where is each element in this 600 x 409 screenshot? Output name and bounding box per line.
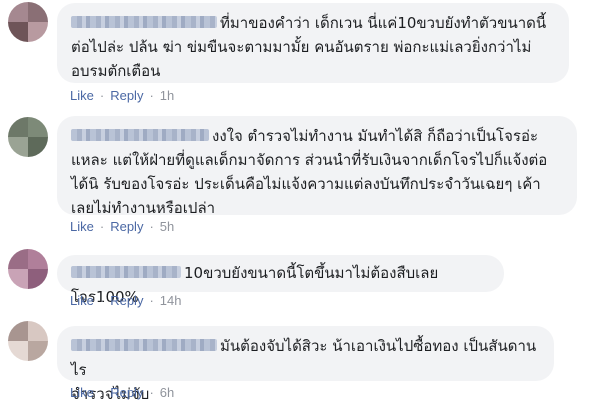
comment-line-3: ได้นิ รับของโจรอ่ะ ประเด็นคือไม่แจ้งความ… [71, 175, 541, 193]
commenter-name[interactable] [71, 15, 217, 28]
avatar[interactable] [8, 321, 48, 361]
comment-bubble: งงใจ ตำรวจไม่ทำงาน มันทำได้สิ ก็ถือว่าเป… [57, 116, 577, 217]
comment-line-1: งงใจ ตำรวจไม่ทำงาน มันทำได้สิ ก็ถือว่าเป… [212, 127, 539, 145]
separator: · [99, 88, 105, 103]
timestamp[interactable]: 1h [160, 88, 174, 103]
avatar[interactable] [8, 249, 48, 289]
separator: · [149, 88, 154, 103]
timestamp[interactable]: 5h [160, 219, 174, 234]
reply-button[interactable]: Reply [110, 293, 143, 308]
separator: · [149, 219, 154, 234]
separator: · [149, 385, 154, 400]
reply-button[interactable]: Reply [110, 88, 143, 103]
comment-bubble: 10ขวบยังขนาดนี้โตขึ้นมาไม่ต้องสืบเลยโจร1… [57, 255, 504, 306]
reply-button[interactable]: Reply [110, 219, 143, 234]
avatar[interactable] [8, 2, 48, 42]
comment-line-2: ต่อไปล่ะ ปล้น ฆ่า ข่มขืนจะตามมามั้ย คนอั… [71, 38, 532, 56]
commenter-name[interactable] [71, 265, 181, 278]
like-button[interactable]: Like [70, 293, 94, 308]
commenter-name[interactable] [71, 338, 217, 351]
separator: · [99, 219, 105, 234]
comment-line-1: ที่มาของคำว่า เด็กเวน นี่แค่10ขวบยังทำตั… [220, 14, 547, 32]
comment-line-4: เลยไม่ทำงานหรือเปล่า [71, 199, 216, 217]
separator: · [149, 293, 154, 308]
like-button[interactable]: Like [70, 88, 94, 103]
comment-bubble: ที่มาของคำว่า เด็กเวน นี่แค่10ขวบยังทำตั… [57, 3, 569, 83]
separator: · [99, 293, 105, 308]
comment-actions: Like · Reply · 5h [70, 219, 174, 235]
comment-actions: Like · Reply · 14h [70, 293, 182, 309]
commenter-name[interactable] [71, 128, 209, 141]
reply-button[interactable]: Reply [110, 385, 143, 400]
comment-bubble: มันต้องจับได้สิวะ น้าเอาเงินไปซื้อทอง เป… [57, 326, 554, 403]
comment-actions: Like · Reply · 1h [70, 88, 174, 104]
timestamp[interactable]: 14h [160, 293, 182, 308]
like-button[interactable]: Like [70, 219, 94, 234]
like-button[interactable]: Like [70, 385, 94, 400]
separator: · [99, 385, 105, 400]
comment-actions: Like · Reply · 6h [70, 385, 174, 401]
comment-line-3: อบรมตักเตือน [71, 62, 161, 80]
avatar[interactable] [8, 117, 48, 157]
comment-line-2: แหละ แต่ให้ฝ่ายที่ดูแลเด็กมาจัดการ ส่วนน… [71, 151, 548, 169]
timestamp[interactable]: 6h [160, 385, 174, 400]
